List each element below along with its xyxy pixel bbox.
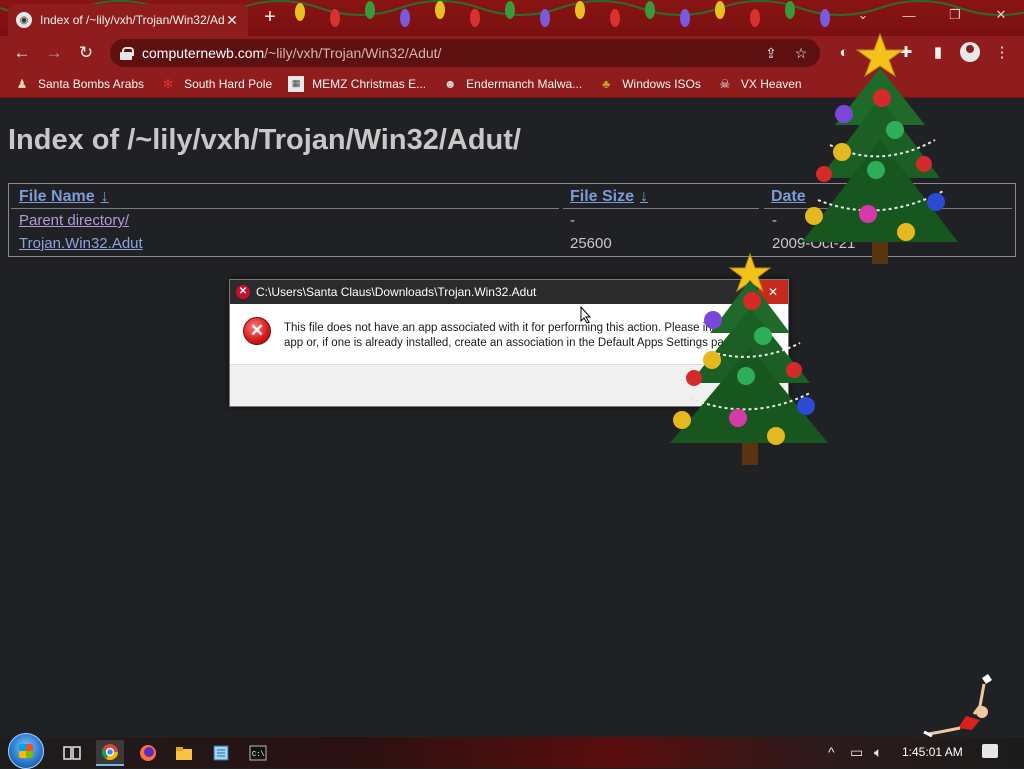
file-explorer-icon[interactable] xyxy=(170,740,198,766)
mouse-cursor-icon xyxy=(580,306,592,324)
christmas-tree-decoration xyxy=(670,252,828,465)
dialog-title: C:\Users\Santa Claus\Downloads\Trojan.Wi… xyxy=(256,285,537,299)
bookmark-label: South Hard Pole xyxy=(184,76,273,91)
windows-taskbar: C:\ ^ ▭ 🔈︎ 1:45:01 AM xyxy=(0,733,1024,769)
page-title: Index of /~lily/vxh/Trojan/Win32/Adut/ xyxy=(8,124,521,156)
bookmark-endermanch-malware[interactable]: ☻ Endermanch Malwa... xyxy=(442,76,582,92)
svg-text:C:\: C:\ xyxy=(252,751,265,759)
new-tab-button[interactable]: + xyxy=(258,6,282,30)
tab-title: Index of /~lily/vxh/Trojan/Win32/Adut/ xyxy=(40,13,224,27)
notepad-icon[interactable] xyxy=(207,740,235,766)
column-header-file-name[interactable]: File Name ↓ xyxy=(19,188,109,206)
christmas-tree-decoration xyxy=(802,32,958,264)
volume-icon[interactable]: 🔈︎ xyxy=(874,744,882,761)
header-divider xyxy=(563,208,759,209)
memz-icon: ▦ xyxy=(288,75,305,92)
bookmark-memz-christmas[interactable]: ▦ MEMZ Christmas E... xyxy=(288,75,427,92)
bookmark-south-hard-pole[interactable]: ✻ South Hard Pole xyxy=(160,76,272,92)
bookmark-windows-isos[interactable]: ♣ Windows ISOs xyxy=(598,76,701,92)
tab-active[interactable]: ◉ Index of /~lily/vxh/Trojan/Win32/Adut/… xyxy=(8,4,248,36)
address-bar[interactable]: computernewb.com /~lily/vxh/Trojan/Win32… xyxy=(110,39,820,67)
forward-icon[interactable]: → xyxy=(42,41,66,65)
column-header-label: File Name xyxy=(19,188,95,205)
snowflake-icon: ✻ xyxy=(163,76,174,91)
dialog-message: This file does not have an app associate… xyxy=(284,321,749,351)
share-icon[interactable]: ⇪ xyxy=(762,45,780,62)
table-cell-size: - xyxy=(570,212,575,229)
bookmark-vx-heaven[interactable]: ☠ VX Heaven xyxy=(717,76,802,92)
file-link-trojan-win32-adut[interactable]: Trojan.Win32.Adut xyxy=(19,235,143,252)
lock-icon[interactable] xyxy=(120,47,134,60)
menu-kebab-icon[interactable]: ⋮ xyxy=(992,43,1012,63)
bookmark-label: Santa Bombs Arabs xyxy=(38,76,145,91)
tab-search-button[interactable]: ⌄ xyxy=(840,0,886,30)
minimize-button[interactable]: — xyxy=(886,0,932,30)
url-host: computernewb.com xyxy=(142,45,265,61)
notifications-icon[interactable] xyxy=(982,744,998,758)
back-icon[interactable]: ← xyxy=(10,41,34,65)
cmd-icon[interactable]: C:\ xyxy=(244,740,272,766)
dialog-message-line: app or, if one is already installed, cre… xyxy=(284,337,740,349)
sort-arrow-icon: ↓ xyxy=(640,188,649,205)
column-header-file-size[interactable]: File Size ↓ xyxy=(570,188,648,206)
sort-arrow-icon: ↓ xyxy=(100,188,109,205)
raccoon-icon: ☻ xyxy=(443,76,457,91)
vx-icon: ☠ xyxy=(719,76,731,91)
error-small-icon: ✕ xyxy=(236,285,250,299)
table-cell-date: - xyxy=(772,212,777,229)
bookmark-label: Windows ISOs xyxy=(622,76,701,91)
header-divider xyxy=(11,208,559,209)
parent-directory-link[interactable]: Parent directory/ xyxy=(19,212,129,229)
taskbar-clock[interactable]: 1:45:01 AM xyxy=(902,745,963,759)
network-icon[interactable]: ▭ xyxy=(850,744,863,761)
table-cell-size: 25600 xyxy=(570,235,612,252)
firefox-icon[interactable] xyxy=(134,740,162,766)
url-path: /~lily/vxh/Trojan/Win32/Adut/ xyxy=(264,45,442,61)
start-button[interactable] xyxy=(8,733,44,769)
bookmark-label: MEMZ Christmas E... xyxy=(312,76,427,91)
bookmark-label: VX Heaven xyxy=(740,76,802,91)
reload-icon[interactable]: ↻ xyxy=(74,41,98,65)
close-tab-icon[interactable]: ✕ xyxy=(224,12,240,29)
dialog-message-line: This file does not have an app associate… xyxy=(284,322,749,334)
ice-skater-figure-icon xyxy=(923,674,992,738)
bookmark-santa-bombs-arabs[interactable]: ♟ Santa Bombs Arabs xyxy=(14,76,144,92)
error-icon: ✕ xyxy=(243,317,271,345)
favicon-icon: ◉ xyxy=(16,12,32,28)
tree-icon: ♣ xyxy=(602,76,611,91)
santa-icon: ♟ xyxy=(16,76,28,91)
close-window-button[interactable]: ✕ xyxy=(978,0,1024,30)
task-view-icon[interactable] xyxy=(58,740,86,766)
tray-chevron-icon[interactable]: ^ xyxy=(828,744,835,760)
restore-button[interactable]: ❐ xyxy=(932,0,978,30)
column-header-label: File Size xyxy=(570,188,635,205)
profile-avatar[interactable] xyxy=(960,42,980,62)
chrome-icon[interactable] xyxy=(96,740,124,766)
bookmark-label: Endermanch Malwa... xyxy=(466,76,583,91)
